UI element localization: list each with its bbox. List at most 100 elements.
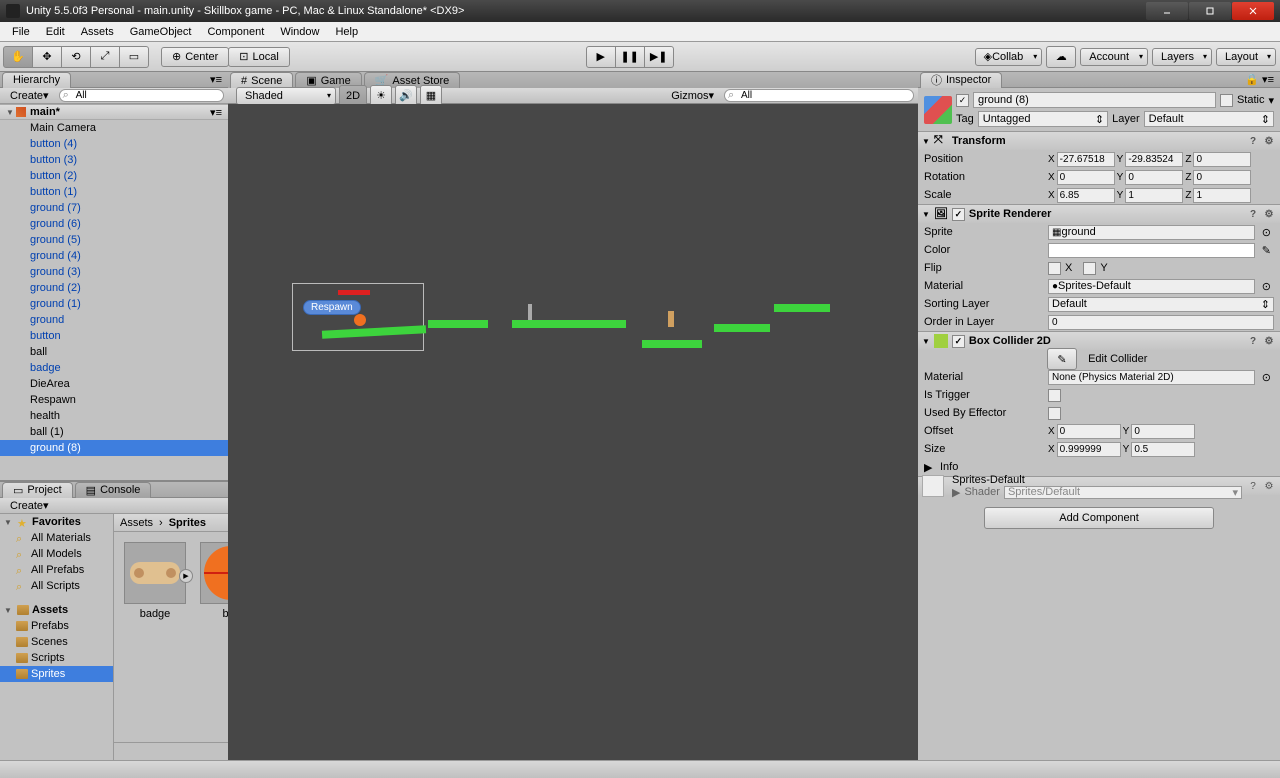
inspector-tab[interactable]: ⓘ Inspector [920,72,1002,88]
layer-dropdown[interactable]: Default⇕ [1144,111,1274,127]
play-button[interactable]: ▶ [586,46,616,68]
layers-dropdown[interactable]: Layers [1152,48,1212,66]
material-field[interactable]: ● Sprites-Default [1048,279,1255,294]
add-component-button[interactable]: Add Component [984,507,1214,529]
flip-y-checkbox[interactable] [1083,262,1096,275]
breadcrumb-item[interactable]: Sprites [169,517,206,529]
project-create-dropdown[interactable]: Create ▾ [4,499,55,512]
folder-item[interactable]: Scenes [0,634,113,650]
object-picker-icon[interactable]: ⊙ [1259,371,1274,384]
is-trigger-checkbox[interactable] [1048,389,1061,402]
folder-item-selected[interactable]: Sprites [0,666,113,682]
panel-menu-icon[interactable]: ▾≡ [204,73,228,86]
gear-icon[interactable]: ⚙ [1262,207,1276,221]
rotate-tool[interactable]: ⟲ [61,46,91,68]
object-picker-icon[interactable]: ⊙ [1259,280,1274,293]
pivot-local-toggle[interactable]: ⊡ Local [228,47,290,67]
active-checkbox[interactable]: ✓ [956,94,969,107]
hierarchy-item[interactable]: button (1) [0,184,228,200]
rot-z-input[interactable] [1193,170,1251,185]
hierarchy-item[interactable]: ground (6) [0,216,228,232]
help-icon[interactable]: ? [1246,334,1260,348]
scale-z-input[interactable] [1193,188,1251,203]
minimize-button[interactable] [1146,2,1188,20]
sprite-badge[interactable]: ▶badge [124,542,186,620]
close-button[interactable] [1232,2,1274,20]
shading-dropdown[interactable]: Shaded [236,87,336,105]
rot-y-input[interactable] [1125,170,1183,185]
hierarchy-item[interactable]: health [0,408,228,424]
fav-item[interactable]: ⌕All Materials [0,530,113,546]
help-icon[interactable]: ? [1246,134,1260,148]
menu-gameobject[interactable]: GameObject [122,24,200,40]
hierarchy-item[interactable]: ground (3) [0,264,228,280]
rect-tool[interactable]: ▭ [119,46,149,68]
account-dropdown[interactable]: Account [1080,48,1148,66]
layout-dropdown[interactable]: Layout [1216,48,1276,66]
sprite-renderer-header[interactable]: ▼🖼✓Sprite Renderer?⚙ [918,205,1280,223]
hierarchy-item[interactable]: ground (8) [0,440,228,456]
hierarchy-item[interactable]: ball [0,344,228,360]
fav-item[interactable]: ⌕All Prefabs [0,562,113,578]
menu-assets[interactable]: Assets [73,24,122,40]
console-tab[interactable]: ▤ Console [75,482,152,498]
pos-x-input[interactable] [1057,152,1115,167]
sprite-field[interactable]: ▦ ground [1048,225,1255,240]
cloud-button[interactable]: ☁ [1046,46,1076,68]
menu-component[interactable]: Component [199,24,272,40]
component-enable-checkbox[interactable]: ✓ [952,335,965,348]
help-icon[interactable]: ? [1246,207,1260,221]
hierarchy-item[interactable]: ground (7) [0,200,228,216]
physics-material-field[interactable]: None (Physics Material 2D) [1048,370,1255,385]
component-enable-checkbox[interactable]: ✓ [952,208,965,221]
rot-x-input[interactable] [1057,170,1115,185]
gear-icon[interactable]: ⚙ [1262,479,1276,493]
scale-y-input[interactable] [1125,188,1183,203]
pause-button[interactable]: ❚❚ [615,46,645,68]
box-collider-header[interactable]: ▼✓Box Collider 2D?⚙ [918,332,1280,350]
scene-tab[interactable]: # Scene [230,72,293,88]
hierarchy-item[interactable]: ground (5) [0,232,228,248]
fav-item[interactable]: ⌕All Scripts [0,578,113,594]
hierarchy-item[interactable]: ground [0,312,228,328]
assets-header[interactable]: ▼Assets [0,602,113,618]
collab-dropdown[interactable]: ◈ Collab [975,48,1043,66]
menu-file[interactable]: File [4,24,38,40]
object-picker-icon[interactable]: ⊙ [1259,226,1274,239]
maximize-button[interactable] [1189,2,1231,20]
hierarchy-item[interactable]: ball (1) [0,424,228,440]
hierarchy-item[interactable]: badge [0,360,228,376]
hierarchy-tab[interactable]: Hierarchy [2,72,71,88]
offset-y-input[interactable] [1131,424,1195,439]
pos-y-input[interactable] [1125,152,1183,167]
color-field[interactable] [1048,243,1255,258]
pos-z-input[interactable] [1193,152,1251,167]
menu-edit[interactable]: Edit [38,24,73,40]
transform-header[interactable]: ▼⤧Transform?⚙ [918,132,1280,150]
shader-dropdown[interactable]: Sprites/Default▾ [1004,486,1242,499]
scale-x-input[interactable] [1057,188,1115,203]
move-tool[interactable]: ✥ [32,46,62,68]
material-header[interactable]: Sprites-Default▶ShaderSprites/Default▾?⚙ [918,477,1280,495]
hierarchy-item[interactable]: Main Camera [0,120,228,136]
scene-header[interactable]: ▼main*▾≡ [0,104,228,120]
gear-icon[interactable]: ⚙ [1262,334,1276,348]
gear-icon[interactable]: ⚙ [1262,134,1276,148]
menu-window[interactable]: Window [272,24,327,40]
help-icon[interactable]: ? [1246,479,1260,493]
hand-tool[interactable]: ✋ [3,46,33,68]
fav-item[interactable]: ⌕All Models [0,546,113,562]
hierarchy-item[interactable]: button [0,328,228,344]
hierarchy-item[interactable]: ground (4) [0,248,228,264]
hierarchy-item[interactable]: DieArea [0,376,228,392]
project-tab[interactable]: ▭ Project [2,482,73,498]
hierarchy-item[interactable]: button (3) [0,152,228,168]
scale-tool[interactable]: ⤢ [90,46,120,68]
menu-help[interactable]: Help [327,24,366,40]
sorting-layer-dropdown[interactable]: Default⇕ [1048,297,1274,312]
hierarchy-item[interactable]: button (4) [0,136,228,152]
edit-collider-button[interactable]: ✎ [1047,348,1077,370]
eyedropper-icon[interactable]: ✎ [1259,244,1274,257]
order-field[interactable]: 0 [1048,315,1274,330]
breadcrumb-item[interactable]: Assets [120,517,153,529]
